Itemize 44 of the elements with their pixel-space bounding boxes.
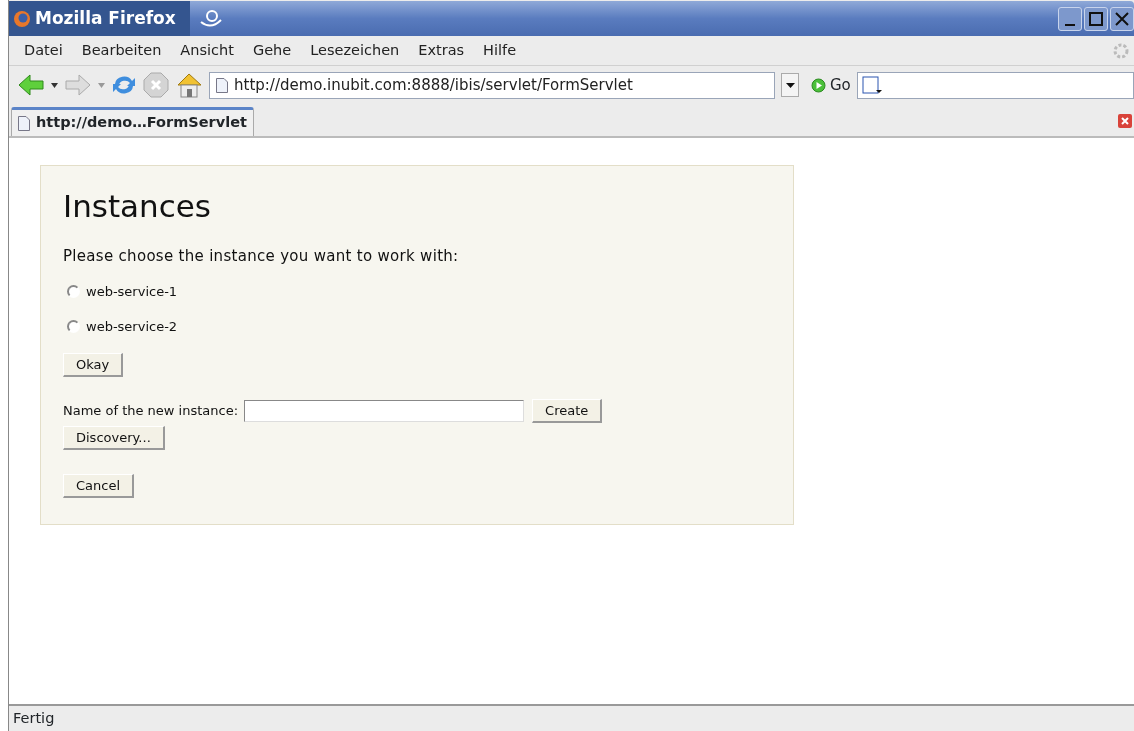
browser-tab[interactable]: http://demo…FormServlet [11, 107, 254, 136]
instance-name-field[interactable] [244, 399, 525, 422]
field-label: Name of the new instance: [63, 401, 239, 420]
okay-button[interactable]: Okay [63, 352, 124, 377]
address-field[interactable]: http://demo.inubit.com:8888/ibis/servlet/FormServlet [209, 71, 775, 99]
page-icon [216, 77, 228, 93]
minimize-button[interactable] [1058, 6, 1082, 31]
radio-label: web-service-2 [86, 318, 178, 337]
dropdown-caret-icon[interactable] [51, 82, 58, 88]
close-button[interactable] [1110, 6, 1134, 31]
menu-item[interactable]: Lesezeichen [301, 39, 410, 62]
instruction-text: Please choose the instance you want to work with: [63, 246, 460, 268]
page-heading: Instances [63, 188, 212, 226]
search-engine-icon [861, 76, 884, 94]
page-icon [18, 115, 30, 131]
radio-button[interactable] [67, 284, 80, 298]
maximize-button[interactable] [1084, 6, 1108, 31]
status-text: Fertig [13, 708, 55, 728]
window-title: Mozilla Firefox [35, 6, 176, 30]
minimize-icon [1065, 23, 1075, 26]
caret-icon [785, 82, 795, 88]
menu-item[interactable]: Bearbeiten [72, 39, 172, 62]
back-arrow-icon[interactable] [17, 73, 45, 97]
menu-item[interactable]: Hilfe [474, 39, 527, 62]
radio-label: web-service-1 [86, 282, 178, 301]
address-dropdown-button[interactable] [781, 73, 799, 97]
throbber-icon [1112, 41, 1130, 60]
play-circle-icon [811, 77, 826, 93]
stop-icon[interactable] [143, 72, 169, 98]
create-button[interactable]: Create [532, 398, 603, 423]
menu-item[interactable]: Gehe [243, 39, 302, 62]
close-tab-icon[interactable] [1118, 114, 1132, 128]
close-icon [1115, 11, 1129, 26]
home-icon[interactable] [175, 72, 203, 98]
cancel-button[interactable]: Cancel [63, 473, 135, 498]
go-button[interactable]: Go [811, 73, 851, 97]
menu-item[interactable]: Ansicht [171, 39, 244, 62]
menu-item[interactable]: Extras [409, 39, 475, 62]
browser-logo-icon [13, 9, 31, 28]
radio-button[interactable] [67, 320, 80, 334]
search-field[interactable] [856, 71, 1134, 99]
menu-item[interactable]: Datei [15, 39, 73, 62]
maximize-icon [1089, 11, 1103, 26]
discovery-button[interactable]: Discovery... [63, 425, 165, 450]
